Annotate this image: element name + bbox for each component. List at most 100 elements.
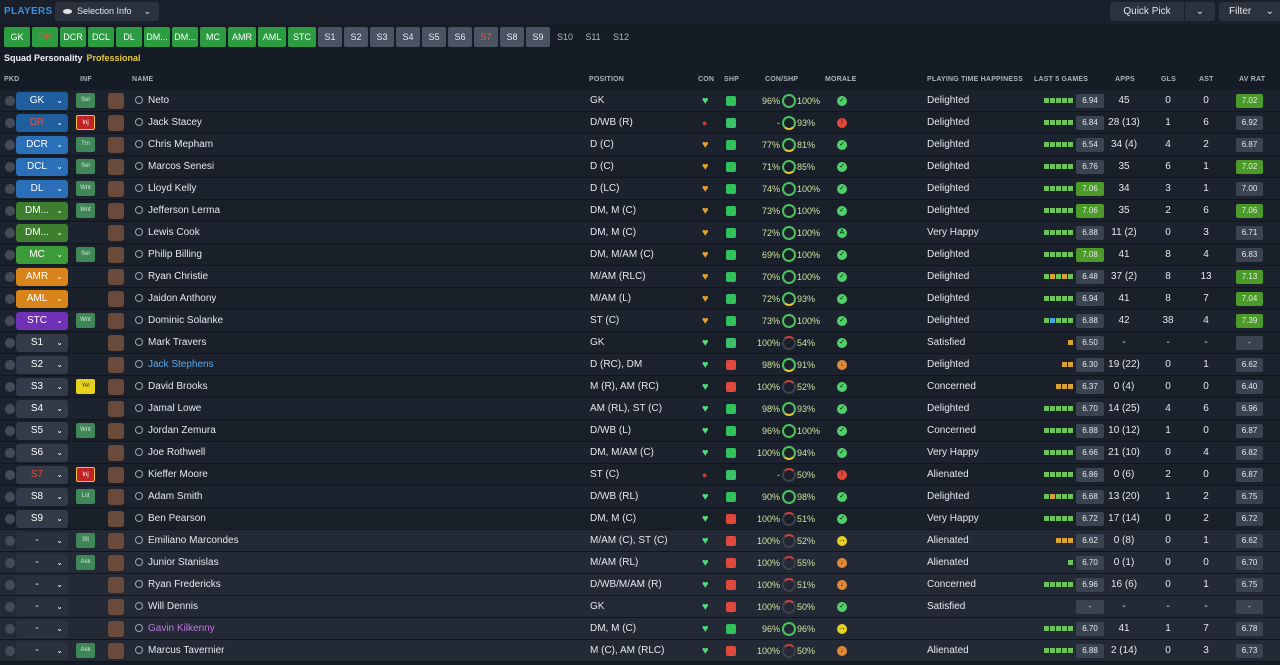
- position-select-dropdown[interactable]: - ⌄: [16, 642, 68, 660]
- row-select-checkbox[interactable]: [5, 536, 15, 546]
- table-row[interactable]: S8 ⌄ Lst Adam Smith D/WB (RL) ♥ 90% 98% ✓ Delight…: [0, 486, 1280, 508]
- row-select-checkbox[interactable]: [5, 470, 15, 480]
- player-name-link[interactable]: Ben Pearson: [135, 508, 206, 530]
- table-row[interactable]: MC ⌄ Sel Philip Billing DM, M/AM (C) ♥ 69% 100%…: [0, 244, 1280, 266]
- filter-button[interactable]: Filter ⌄: [1219, 2, 1280, 21]
- table-row[interactable]: DL ⌄ Wnt Lloyd Kelly D (LC) ♥ 74% 100% ✓ Delighte…: [0, 178, 1280, 200]
- player-name-link[interactable]: Neto: [135, 90, 169, 112]
- position-select-dropdown[interactable]: AMR ⌄: [16, 268, 68, 286]
- table-row[interactable]: STC ⌄ Wnt Dominic Solanke ST (C) ♥ 73% 100% ✓ Del…: [0, 310, 1280, 332]
- row-select-checkbox[interactable]: [5, 184, 15, 194]
- player-name-link[interactable]: Marcus Tavernier: [135, 640, 225, 662]
- position-button[interactable]: S12: [608, 27, 634, 47]
- table-row[interactable]: DR ⌄ Inj Jack Stacey D/WB (R) ● - 93%! Delighted…: [0, 112, 1280, 134]
- position-button[interactable]: S10: [552, 27, 578, 47]
- position-select-dropdown[interactable]: - ⌄: [16, 598, 68, 616]
- position-select-dropdown[interactable]: S6 ⌄: [16, 444, 68, 462]
- position-select-dropdown[interactable]: - ⌄: [16, 554, 68, 572]
- position-select-dropdown[interactable]: GK ⌄: [16, 92, 68, 110]
- table-row[interactable]: S6 ⌄ Joe Rothwell DM, M/AM (C) ♥ 100% 94% ✓ Very…: [0, 442, 1280, 464]
- player-name-link[interactable]: Adam Smith: [135, 486, 202, 508]
- column-header[interactable]: SHP: [724, 76, 739, 83]
- position-select-dropdown[interactable]: S8 ⌄: [16, 488, 68, 506]
- position-button[interactable]: GK: [4, 27, 30, 47]
- quick-pick-chevron-icon[interactable]: ⌄: [1185, 2, 1215, 21]
- position-select-dropdown[interactable]: S2 ⌄: [16, 356, 68, 374]
- row-select-checkbox[interactable]: [5, 338, 15, 348]
- position-button[interactable]: S9: [526, 27, 550, 47]
- row-select-checkbox[interactable]: [5, 404, 15, 414]
- position-select-dropdown[interactable]: S1 ⌄: [16, 334, 68, 352]
- position-select-dropdown[interactable]: STC ⌄: [16, 312, 68, 330]
- player-name-link[interactable]: Chris Mepham: [135, 134, 213, 156]
- row-select-checkbox[interactable]: [5, 250, 15, 260]
- position-select-dropdown[interactable]: S4 ⌄: [16, 400, 68, 418]
- row-select-checkbox[interactable]: [5, 558, 15, 568]
- row-select-checkbox[interactable]: [5, 382, 15, 392]
- table-row[interactable]: - ⌄ Ryan Fredericks D/WB/M/AM (R) ♥ 100% 51% ↓ C…: [0, 574, 1280, 596]
- row-select-checkbox[interactable]: [5, 624, 15, 634]
- table-row[interactable]: S9 ⌄ Ben Pearson DM, M (C) ♥ 100% 51% ✓ Very Hap…: [0, 508, 1280, 530]
- row-select-checkbox[interactable]: [5, 272, 15, 282]
- player-name-link[interactable]: Jaidon Anthony: [135, 288, 216, 310]
- table-row[interactable]: DM... ⌄ Wnt Jefferson Lerma DM, M (C) ♥ 73% 100…: [0, 200, 1280, 222]
- table-row[interactable]: AML ⌄ Jaidon Anthony M/AM (L) ♥ 72% 93% ✓ Deligh…: [0, 288, 1280, 310]
- row-select-checkbox[interactable]: [5, 118, 15, 128]
- position-button[interactable]: MC: [200, 27, 226, 47]
- table-row[interactable]: DM... ⌄ Lewis Cook DM, M (C) ♥ 72% 100% A Very H…: [0, 222, 1280, 244]
- position-select-dropdown[interactable]: DCR ⌄: [16, 136, 68, 154]
- table-row[interactable]: S2 ⌄ Jack Stephens D (RC), DM ♥ 98% 91% ↓ Deligh…: [0, 354, 1280, 376]
- row-select-checkbox[interactable]: [5, 316, 15, 326]
- table-row[interactable]: AMR ⌄ Ryan Christie M/AM (RLC) ♥ 70% 100% ✓ Deli…: [0, 266, 1280, 288]
- table-row[interactable]: DCR ⌄ Trn Chris Mepham D (C) ♥ 77% 81% ✓ Delighte…: [0, 134, 1280, 156]
- position-button[interactable]: AMR: [228, 27, 256, 47]
- player-name-link[interactable]: Gavin Kilkenny: [135, 618, 215, 640]
- table-row[interactable]: S1 ⌄ Mark Travers GK ♥ 100% 54% ✓ Satisfied 6.50 -…: [0, 332, 1280, 354]
- quick-pick-button[interactable]: Quick Pick: [1110, 2, 1184, 21]
- player-name-link[interactable]: Junior Stanislas: [135, 552, 219, 574]
- row-select-checkbox[interactable]: [5, 602, 15, 612]
- player-name-link[interactable]: Will Dennis: [135, 596, 198, 618]
- row-select-checkbox[interactable]: [5, 360, 15, 370]
- column-header[interactable]: CON/SHP: [765, 76, 798, 83]
- column-header[interactable]: INF: [80, 76, 92, 83]
- position-button[interactable]: STC: [288, 27, 316, 47]
- row-select-checkbox[interactable]: [5, 206, 15, 216]
- position-button[interactable]: S8: [500, 27, 524, 47]
- row-select-checkbox[interactable]: [5, 294, 15, 304]
- row-select-checkbox[interactable]: [5, 448, 15, 458]
- table-row[interactable]: S7 ⌄ Inj Kieffer Moore ST (C) ● - 50%! Alienated…: [0, 464, 1280, 486]
- column-header[interactable]: PKD: [4, 76, 19, 83]
- column-header[interactable]: POSITION: [589, 76, 624, 83]
- player-name-link[interactable]: Kieffer Moore: [135, 464, 208, 486]
- row-select-checkbox[interactable]: [5, 162, 15, 172]
- row-select-checkbox[interactable]: [5, 228, 15, 238]
- position-button[interactable]: S4: [396, 27, 420, 47]
- table-row[interactable]: - ⌄ Gavin Kilkenny DM, M (C) ♥ 96% 96% → 6.70 41 1…: [0, 618, 1280, 640]
- table-row[interactable]: - ⌄ Slt Emiliano Marcondes M/AM (C), ST (C) ♥…: [0, 530, 1280, 552]
- table-row[interactable]: S4 ⌄ Jamal Lowe AM (RL), ST (C) ♥ 98% 93% ✓ Deli…: [0, 398, 1280, 420]
- row-select-checkbox[interactable]: [5, 140, 15, 150]
- player-name-link[interactable]: Ryan Christie: [135, 266, 208, 288]
- position-button[interactable]: S6: [448, 27, 472, 47]
- position-select-dropdown[interactable]: S5 ⌄: [16, 422, 68, 440]
- player-name-link[interactable]: Jordan Zemura: [135, 420, 216, 442]
- table-row[interactable]: GK ⌄ Sel Neto GK ♥ 96% 100% ✓ Delighted 6.94 45 0 0 7.…: [0, 90, 1280, 112]
- player-name-link[interactable]: Jefferson Lerma: [135, 200, 220, 222]
- column-header[interactable]: AST: [1199, 76, 1214, 83]
- table-row[interactable]: S5 ⌄ Wnt Jordan Zemura D/WB (L) ♥ 96% 100% ✓ Conc…: [0, 420, 1280, 442]
- column-header[interactable]: NAME: [132, 76, 153, 83]
- column-header[interactable]: AV RAT: [1239, 76, 1265, 83]
- position-button[interactable]: DCR: [60, 27, 86, 47]
- position-button[interactable]: DM...: [172, 27, 198, 47]
- position-select-dropdown[interactable]: - ⌄: [16, 620, 68, 638]
- selection-info-dropdown[interactable]: Selection Info ⌄: [55, 2, 159, 21]
- position-button[interactable]: S7: [474, 27, 498, 47]
- player-name-link[interactable]: Marcos Senesi: [135, 156, 214, 178]
- player-name-link[interactable]: Mark Travers: [135, 332, 206, 354]
- position-button[interactable]: AML: [258, 27, 286, 47]
- position-select-dropdown[interactable]: DM... ⌄: [16, 202, 68, 220]
- row-select-checkbox[interactable]: [5, 580, 15, 590]
- player-name-link[interactable]: Lloyd Kelly: [135, 178, 196, 200]
- player-name-link[interactable]: Emiliano Marcondes: [135, 530, 239, 552]
